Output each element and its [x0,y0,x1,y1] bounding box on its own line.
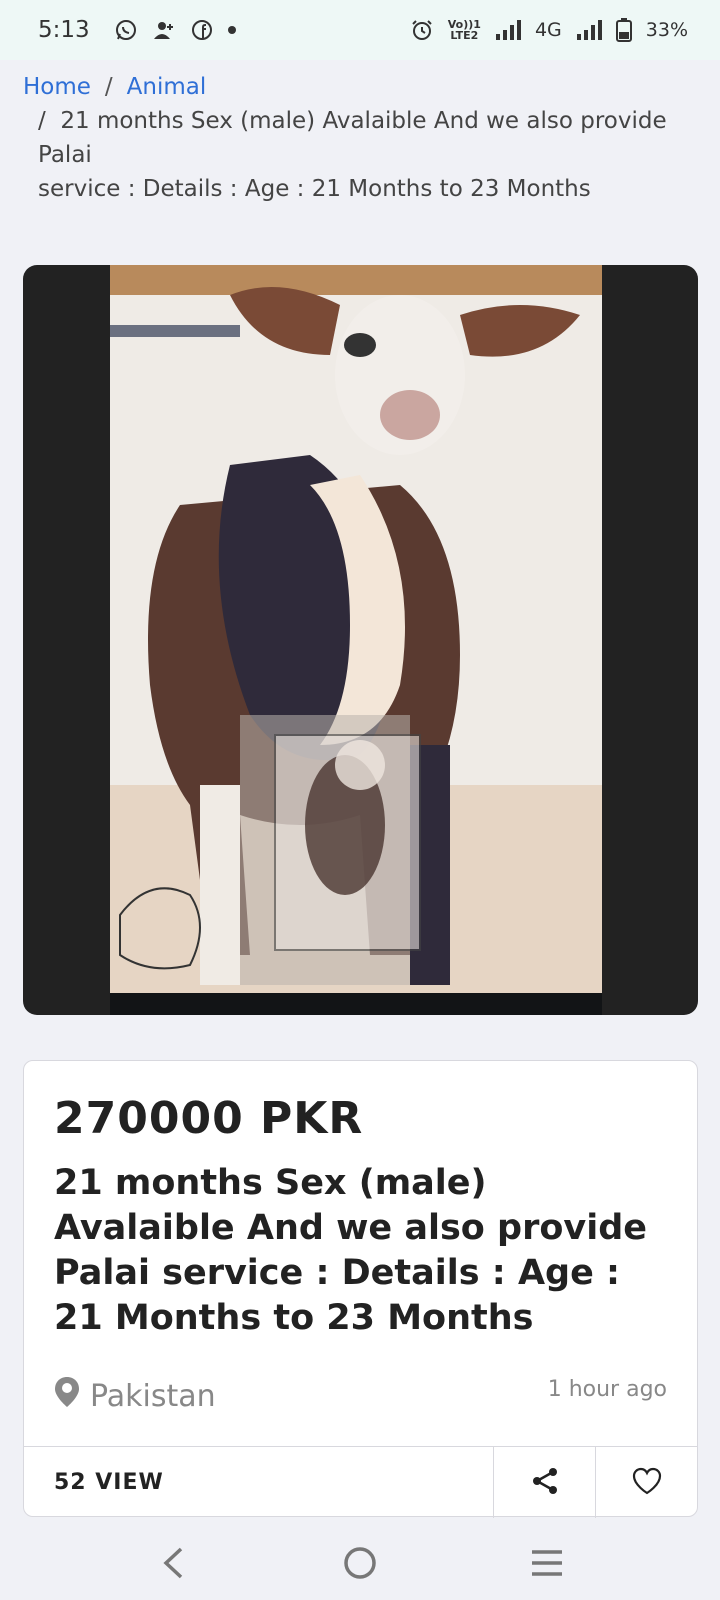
breadcrumb-separator-2: / [38,108,46,134]
signal-icon-2 [576,19,602,41]
card-footer: 52 VIEW [24,1446,697,1518]
posted-time: 1 hour ago [547,1377,667,1402]
status-bar: 5:13 Vo))1 LTE2 4G 33% [0,0,720,60]
breadcrumb: Home / Animal / 21 months Sex (male) Avala… [23,70,703,206]
network-label: 4G [534,19,562,41]
system-nav-bar [0,1530,720,1600]
volte-label: Vo))1 LTE2 [447,18,481,42]
listing-price: 270000 PKR [54,1093,364,1144]
location-pin-icon [54,1376,80,1416]
breadcrumb-current-line2: service : Details : Age : 21 Months to 2… [38,176,591,202]
menu-lines-icon [530,1549,564,1581]
location-text: Pakistan [90,1378,216,1414]
heart-icon [632,1467,662,1499]
battery-percent: 33% [645,19,688,41]
facebook-icon [190,18,214,42]
recents-button[interactable] [507,1535,587,1595]
listing-photo[interactable] [110,265,602,993]
listing-location: Pakistan [54,1376,216,1416]
dot-icon [227,26,236,34]
back-button[interactable] [133,1535,213,1595]
image-viewer[interactable] [23,265,698,1015]
listing-title: 21 months Sex (male) Avalaible And we al… [54,1163,648,1338]
share-icon [530,1466,560,1500]
status-time: 5:13 [38,17,90,43]
whatsapp-icon [114,18,138,42]
contacts-icon [152,18,176,42]
favorite-button[interactable] [595,1447,697,1518]
battery-icon [615,18,632,42]
photo-bottom-bar [110,993,602,1015]
breadcrumb-separator: / [104,74,113,100]
home-circle-icon [343,1546,377,1584]
share-button[interactable] [493,1447,595,1518]
back-chevron-icon [161,1546,185,1584]
breadcrumb-home-link[interactable]: Home [23,74,91,100]
view-count: 52 VIEW [54,1470,164,1495]
alarm-icon [410,18,434,42]
breadcrumb-current: / 21 months Sex (male) Avalaible And we … [23,104,703,172]
listing-card: 270000 PKR 21 months Sex (male) Avalaibl… [23,1060,698,1518]
breadcrumb-current-line1: 21 months Sex (male) Avalaible And we al… [38,108,667,168]
breadcrumb-animal-link[interactable]: Animal [127,74,207,100]
home-button[interactable] [320,1535,400,1595]
signal-icon [495,19,521,41]
